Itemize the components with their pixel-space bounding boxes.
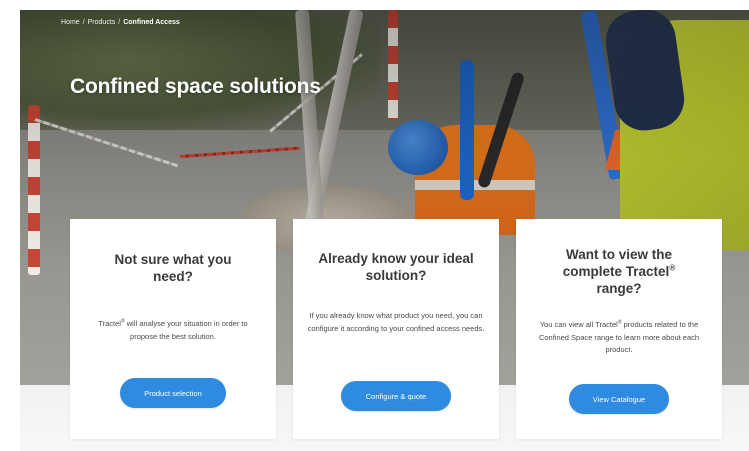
view-catalogue-button[interactable]: View Catalogue: [569, 384, 669, 414]
card-already-know: Already know your ideal solution? If you…: [293, 219, 499, 439]
registered-mark: ®: [669, 263, 676, 273]
card-heading: Want to view the complete Tractel® range…: [546, 246, 692, 297]
card-body: You can view all Tractel® products relat…: [532, 319, 706, 357]
card-heading: Already know your ideal solution?: [318, 251, 474, 283]
page: Home / Products / Confined Access Confined s…: [0, 0, 749, 451]
breadcrumb-current: Confined Access: [123, 19, 180, 26]
card-heading-text-end: range?: [596, 281, 642, 296]
configure-quote-button[interactable]: Configure & quote: [341, 381, 451, 411]
page-title: Confined space solutions: [70, 75, 321, 98]
product-selection-button[interactable]: Product selection: [120, 378, 226, 408]
card-heading-text: Want to view the complete Tractel: [562, 247, 672, 279]
card-heading: Not sure what you need?: [114, 252, 232, 284]
breadcrumb-separator: /: [118, 19, 121, 26]
card-body-brand: Tractel: [98, 319, 121, 328]
breadcrumb-home-link[interactable]: Home: [61, 19, 80, 26]
card-not-sure: Not sure what you need? Tractel® will an…: [70, 219, 276, 439]
card-body: Tractel® will analyse your situation in …: [88, 318, 258, 343]
card-body-text: You can view all Tractel: [539, 320, 618, 329]
card-body: If you already know what product you nee…: [307, 311, 485, 333]
breadcrumb-separator: /: [82, 19, 85, 26]
breadcrumb: Home / Products / Confined Access: [61, 19, 180, 26]
breadcrumb-products-link[interactable]: Products: [88, 19, 116, 26]
card-view-range: Want to view the complete Tractel® range…: [516, 219, 722, 439]
card-body-text: will analyse your situation in order to …: [124, 319, 248, 341]
